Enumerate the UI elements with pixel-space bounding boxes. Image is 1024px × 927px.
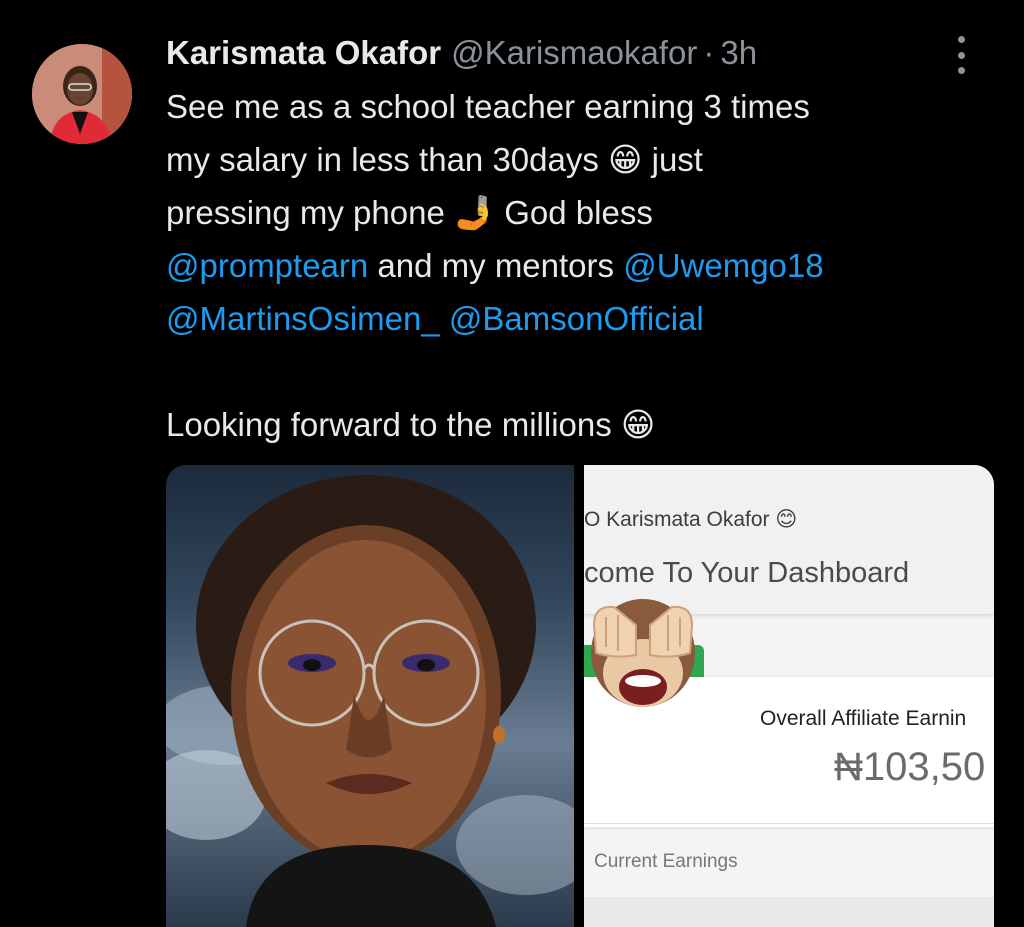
mention-link[interactable]: @promptearn xyxy=(166,247,368,284)
divider xyxy=(584,823,994,824)
text-segment: Looking forward to the millions xyxy=(166,406,621,443)
text-segment: God bless xyxy=(495,194,653,231)
text-segment: my salary in less than 30days xyxy=(166,141,609,178)
current-earnings-label: Current Earnings xyxy=(594,851,738,872)
text-segment: and my mentors xyxy=(368,247,624,284)
mention-link[interactable]: @MartinsOsimen_ xyxy=(166,300,440,337)
grinning-face-icon: 😁 xyxy=(620,406,656,443)
tweet-timestamp[interactable]: 3h xyxy=(720,34,757,72)
tweet-line: Looking forward to the millions 😁 xyxy=(166,398,1004,451)
see-no-evil-monkey-icon xyxy=(584,595,702,717)
text-segment: just xyxy=(642,141,703,178)
mention-link[interactable]: @BamsonOfficial xyxy=(449,300,704,337)
tweet-line: See me as a school teacher earning 3 tim… xyxy=(166,88,810,125)
tweet-line: @MartinsOsimen_ @BamsonOfficial xyxy=(166,292,1004,345)
portrait-image[interactable] xyxy=(166,465,574,927)
tweet-line: pressing my phone 🤳 God bless xyxy=(166,186,1004,239)
tweet-line: @promptearn and my mentors @Uwemgo18 xyxy=(166,239,1004,292)
separator-dot: · xyxy=(703,34,715,71)
tweet-line: my salary in less than 30days 😁 just xyxy=(166,133,1004,186)
author-avatar[interactable] xyxy=(32,44,132,144)
more-vertical-icon[interactable] xyxy=(954,36,968,74)
dashboard-greeting: O Karismata Okafor 😊 xyxy=(584,508,798,531)
author-name[interactable]: Karismata Okafor xyxy=(166,34,441,72)
dashboard-welcome: come To Your Dashboard xyxy=(584,557,910,589)
text-segment: pressing my phone xyxy=(166,194,454,231)
tweet[interactable]: Karismata Okafor @Karismaokafor · 3h See… xyxy=(166,28,1004,451)
grinning-face-icon: 😁 xyxy=(608,141,643,178)
mention-link[interactable]: @Uwemgo18 xyxy=(623,247,823,284)
earnings-label: Overall Affiliate Earnin xyxy=(760,707,967,730)
bottom-bar xyxy=(584,897,994,927)
tweet-text: See me as a school teacher earning 3 tim… xyxy=(166,80,1004,451)
selfie-icon: 🤳 xyxy=(454,194,496,231)
earnings-value: ₦103,50 xyxy=(834,745,986,789)
tweet-media[interactable]: O Karismata Okafor 😊 come To Your Dashbo… xyxy=(166,465,994,927)
dashboard-screenshot[interactable]: O Karismata Okafor 😊 come To Your Dashbo… xyxy=(584,465,994,927)
author-handle[interactable]: @Karismaokafor xyxy=(451,34,697,72)
tweet-header: Karismata Okafor @Karismaokafor · 3h xyxy=(166,28,1004,78)
dashboard-header: O Karismata Okafor 😊 come To Your Dashbo… xyxy=(584,465,994,615)
